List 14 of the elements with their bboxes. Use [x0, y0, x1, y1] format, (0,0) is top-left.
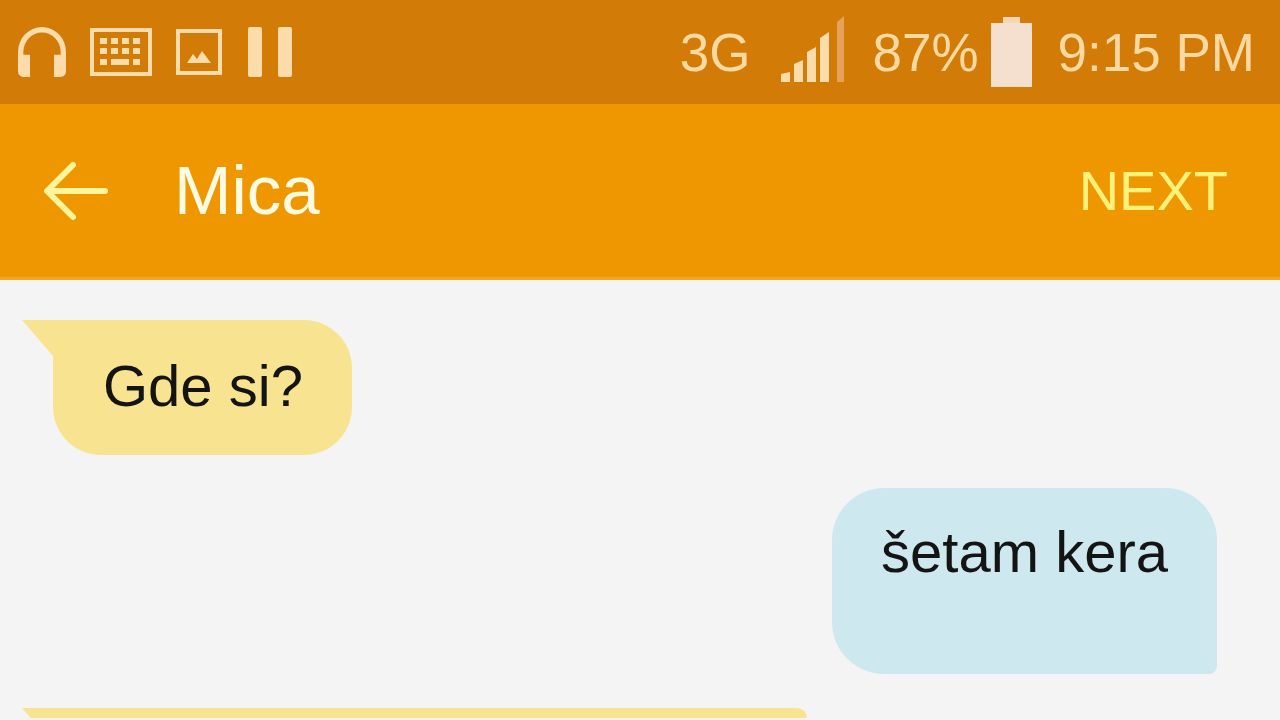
network-type: 3G: [679, 25, 751, 79]
conversation-title: Mica: [174, 156, 320, 225]
signal-icon: [780, 16, 845, 82]
image-icon: [176, 29, 222, 75]
message-text: šetam kera: [881, 518, 1168, 585]
pause-icon: [248, 27, 292, 77]
battery-percentage: 87%: [872, 25, 979, 79]
clock-time: 9:15 PM: [1057, 25, 1255, 79]
headphones-icon: [18, 27, 66, 77]
next-button[interactable]: NEXT: [1078, 162, 1228, 219]
keyboard-icon: [90, 28, 152, 76]
bubble-tail: [22, 708, 53, 718]
battery-icon: [990, 17, 1032, 87]
message-text: Gde si?: [103, 352, 303, 419]
